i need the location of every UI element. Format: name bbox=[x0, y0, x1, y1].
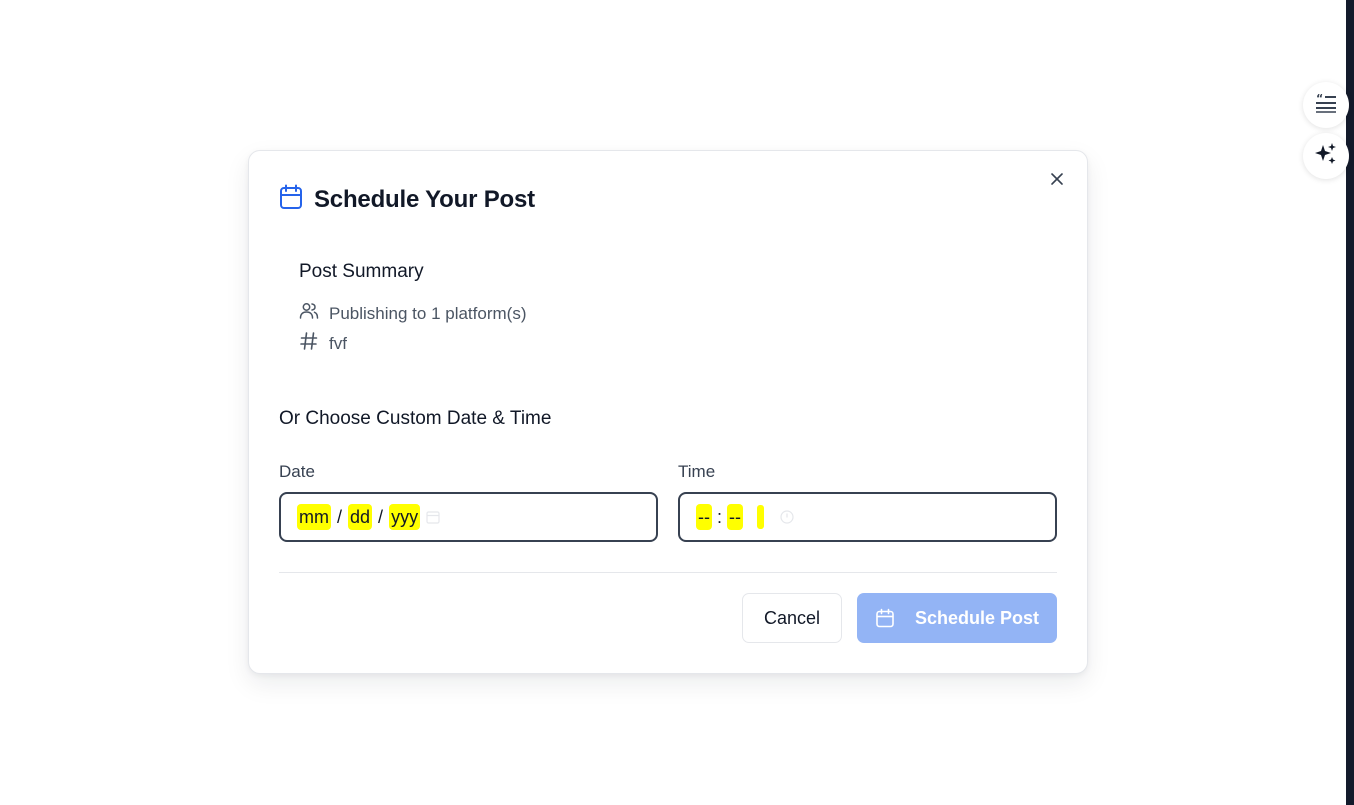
cancel-button[interactable]: Cancel bbox=[742, 593, 842, 643]
window-edge-strip bbox=[1346, 0, 1354, 805]
date-input[interactable]: mm / dd / yyy bbox=[279, 492, 658, 542]
users-icon bbox=[299, 301, 319, 326]
custom-datetime-heading: Or Choose Custom Date & Time bbox=[279, 408, 552, 429]
time-input[interactable]: -- : -- bbox=[678, 492, 1057, 542]
platforms-text: Publishing to 1 platform(s) bbox=[329, 303, 527, 323]
post-summary-heading: Post Summary bbox=[299, 261, 424, 282]
calendar-icon bbox=[875, 608, 895, 628]
page: “ Schedule Your Post Post Summary Publis… bbox=[0, 0, 1354, 805]
time-label: Time bbox=[678, 462, 716, 481]
clock-picker-icon[interactable] bbox=[780, 510, 794, 524]
date-separator: / bbox=[337, 506, 343, 527]
time-separator: : bbox=[717, 506, 723, 527]
dialog-header: Schedule Your Post bbox=[279, 184, 535, 215]
quote-tool-button[interactable]: “ bbox=[1303, 82, 1349, 128]
tags-summary-row: fvf bbox=[299, 331, 347, 356]
ai-assist-button[interactable] bbox=[1303, 133, 1349, 179]
time-hour-segment[interactable]: -- bbox=[696, 504, 712, 530]
footer-divider bbox=[279, 572, 1057, 573]
time-period-segment[interactable] bbox=[757, 505, 765, 529]
tag-text: fvf bbox=[329, 333, 347, 353]
schedule-post-dialog: Schedule Your Post Post Summary Publishi… bbox=[248, 150, 1088, 674]
date-day-segment[interactable]: dd bbox=[348, 504, 373, 530]
quote-lines-icon: “ bbox=[1315, 92, 1337, 118]
calendar-picker-icon[interactable] bbox=[426, 510, 440, 524]
schedule-post-label: Schedule Post bbox=[914, 607, 1040, 628]
schedule-post-button[interactable]: Schedule Post bbox=[857, 593, 1057, 643]
date-month-segment[interactable]: mm bbox=[297, 504, 331, 530]
date-year-segment[interactable]: yyy bbox=[389, 504, 421, 530]
dialog-title: Schedule Your Post bbox=[314, 185, 535, 213]
calendar-icon bbox=[279, 184, 303, 215]
time-minute-segment[interactable]: -- bbox=[727, 504, 744, 530]
sparkles-icon bbox=[1314, 142, 1338, 171]
close-icon bbox=[1050, 172, 1064, 191]
date-label: Date bbox=[279, 462, 315, 481]
date-separator: / bbox=[378, 506, 384, 527]
platforms-summary-row: Publishing to 1 platform(s) bbox=[299, 301, 526, 326]
hash-icon bbox=[299, 331, 319, 356]
close-button[interactable] bbox=[1047, 171, 1067, 191]
